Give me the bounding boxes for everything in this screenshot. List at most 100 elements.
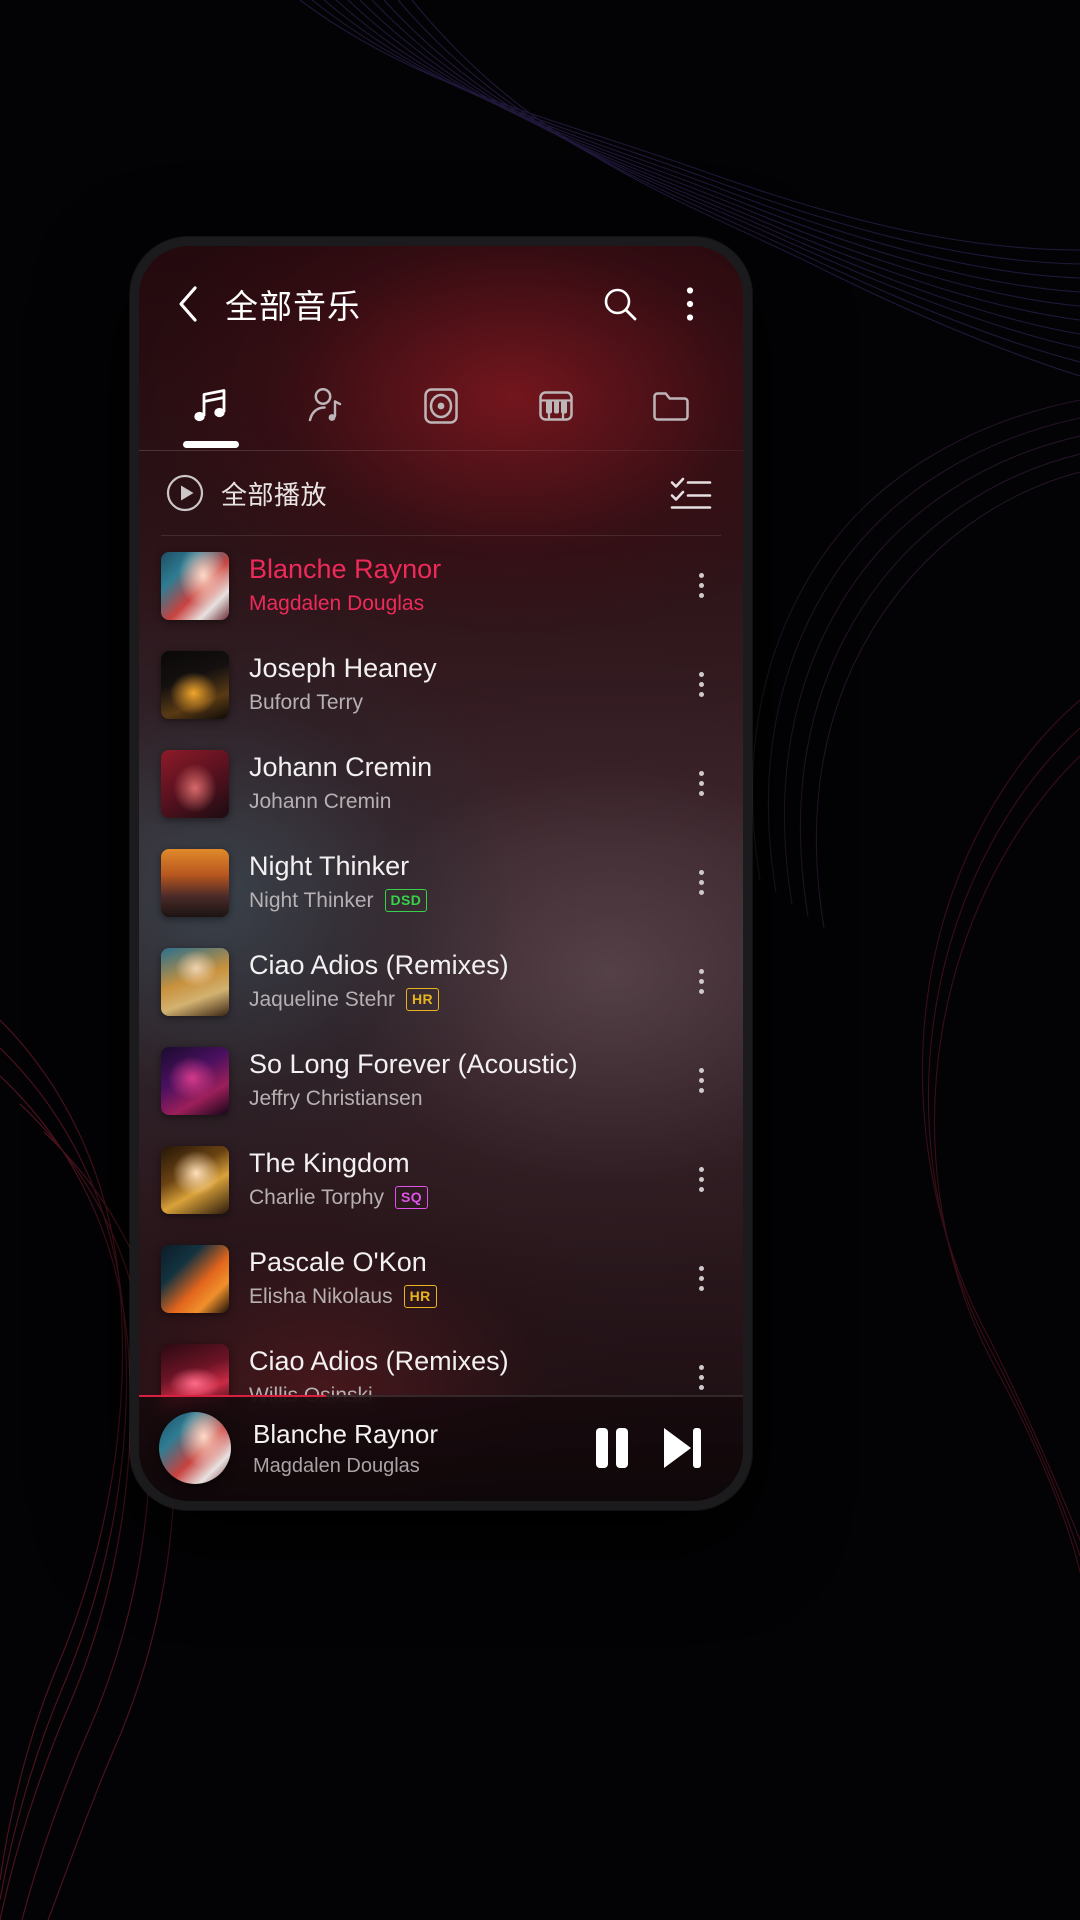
now-playing-progress[interactable] <box>139 1395 743 1397</box>
back-button[interactable] <box>163 279 213 329</box>
quality-badge: HR <box>405 988 439 1012</box>
song-subtitle: Jeffry Christiansen <box>249 1086 679 1111</box>
more-vertical-icon <box>698 692 704 697</box>
more-vertical-icon <box>698 1375 704 1380</box>
quality-badge: DSD <box>384 889 428 913</box>
now-playing-artwork-image <box>159 1412 231 1484</box>
song-row[interactable]: Pascale O'Kon Elisha Nikolaus HR <box>139 1229 743 1328</box>
song-meta: Joseph Heaney Buford Terry <box>249 653 679 715</box>
more-vertical-icon <box>698 1365 704 1370</box>
folder-icon <box>653 392 690 421</box>
song-title: Joseph Heaney <box>249 653 437 684</box>
now-playing-artist: Magdalen Douglas <box>253 1454 420 1477</box>
pause-button[interactable] <box>577 1413 647 1483</box>
more-vertical-icon <box>698 870 704 875</box>
song-row[interactable]: Johann Cremin Johann Cremin <box>139 734 743 833</box>
play-all-row[interactable]: 全部播放 <box>139 451 743 535</box>
song-meta: So Long Forever (Acoustic) Jeffry Christi… <box>249 1049 679 1111</box>
multiselect-button[interactable] <box>665 467 717 519</box>
now-playing-meta: Blanche Raynor Magdalen Douglas <box>253 1419 577 1478</box>
song-overflow-button[interactable] <box>679 551 723 621</box>
song-artwork <box>161 1046 229 1115</box>
song-title: Blanche Raynor <box>249 554 442 585</box>
song-overflow-button[interactable] <box>679 650 723 720</box>
checklist-icon <box>670 477 712 509</box>
song-title: Ciao Adios (Remixes) <box>249 950 509 981</box>
song-title: So Long Forever (Acoustic) <box>249 1049 578 1080</box>
play-all-label: 全部播放 <box>221 479 328 510</box>
more-vertical-icon <box>698 1286 704 1291</box>
song-meta: The Kingdom Charlie Torphy SQ <box>249 1148 679 1210</box>
music-note-icon <box>193 389 225 422</box>
song-title: Johann Cremin <box>249 752 433 783</box>
play-all-left: 全部播放 <box>165 473 327 513</box>
song-artist: Elisha Nikolaus <box>249 1285 393 1309</box>
song-row[interactable]: Joseph Heaney Buford Terry <box>139 635 743 734</box>
song-artist: Johann Cremin <box>249 790 392 814</box>
song-overflow-button[interactable] <box>679 1145 723 1215</box>
song-artwork-image <box>161 749 229 818</box>
more-vertical-icon <box>698 672 704 677</box>
more-vertical-icon <box>698 573 704 578</box>
more-vertical-icon <box>698 583 704 588</box>
song-overflow-button[interactable] <box>679 947 723 1017</box>
song-subtitle: Elisha Nikolaus HR <box>249 1284 679 1309</box>
screenshot-root: 全部音乐 全部播放 Blanche Raynor Magdalen Dougla… <box>0 0 1080 1920</box>
tab-genres[interactable] <box>499 362 614 450</box>
song-row[interactable]: So Long Forever (Acoustic) Jeffry Christi… <box>139 1031 743 1130</box>
more-vertical-icon <box>698 1068 704 1073</box>
more-vertical-icon <box>698 979 704 984</box>
more-vertical-icon <box>698 1385 704 1390</box>
song-artwork-image <box>161 551 229 620</box>
song-row[interactable]: Blanche Raynor Magdalen Douglas <box>139 536 743 635</box>
search-icon <box>604 288 637 321</box>
more-vertical-icon <box>698 1266 704 1271</box>
more-vertical-icon <box>698 1078 704 1083</box>
tab-albums[interactable] <box>383 362 498 450</box>
piano-keys-icon <box>539 391 573 421</box>
song-artwork <box>161 1244 229 1313</box>
song-title: The Kingdom <box>249 1148 410 1179</box>
quality-badge: SQ <box>395 1186 429 1210</box>
more-vertical-icon <box>698 1276 704 1281</box>
song-meta: Night Thinker Night Thinker DSD <box>249 851 679 913</box>
song-overflow-button[interactable] <box>679 848 723 918</box>
phone-screen: 全部音乐 全部播放 Blanche Raynor Magdalen Dougla… <box>139 246 743 1501</box>
artist-person-icon <box>308 388 341 422</box>
tab-bar <box>139 362 743 450</box>
more-vertical-icon <box>698 1088 704 1093</box>
more-vertical-icon <box>698 989 704 994</box>
search-button[interactable] <box>593 277 647 331</box>
tab-artists[interactable] <box>268 362 383 450</box>
song-meta: Johann Cremin Johann Cremin <box>249 752 679 814</box>
song-artist: Magdalen Douglas <box>249 592 425 616</box>
tab-folders[interactable] <box>614 362 729 450</box>
song-artwork <box>161 848 229 917</box>
phone-device-frame: 全部音乐 全部播放 Blanche Raynor Magdalen Dougla… <box>130 237 752 1510</box>
now-playing-artwork[interactable] <box>159 1412 231 1484</box>
more-vertical-icon <box>686 287 694 321</box>
song-row[interactable]: Ciao Adios (Remixes) Jaqueline Stehr HR <box>139 932 743 1031</box>
song-meta: Ciao Adios (Remixes) Jaqueline Stehr HR <box>249 950 679 1012</box>
song-overflow-button[interactable] <box>679 1244 723 1314</box>
more-vertical-icon <box>698 791 704 796</box>
song-artist: Charlie Torphy <box>249 1186 385 1210</box>
song-artwork <box>161 551 229 620</box>
page-title: 全部音乐 <box>225 288 361 325</box>
song-subtitle: Night Thinker DSD <box>249 888 679 913</box>
song-artwork <box>161 650 229 719</box>
next-track-button[interactable] <box>647 1413 717 1483</box>
song-artwork <box>161 749 229 818</box>
song-overflow-button[interactable] <box>679 749 723 819</box>
song-row[interactable]: Night Thinker Night Thinker DSD <box>139 833 743 932</box>
song-meta: Pascale O'Kon Elisha Nikolaus HR <box>249 1247 679 1309</box>
song-subtitle: Johann Cremin <box>249 789 679 814</box>
more-vertical-icon <box>698 781 704 786</box>
song-overflow-button[interactable] <box>679 1046 723 1116</box>
skip-next-icon <box>664 1428 701 1468</box>
overflow-menu-button[interactable] <box>663 277 717 331</box>
song-artwork-image <box>161 947 229 1016</box>
tab-songs[interactable] <box>153 362 268 450</box>
song-row[interactable]: The Kingdom Charlie Torphy SQ <box>139 1130 743 1229</box>
now-playing-bar[interactable]: Blanche Raynor Magdalen Douglas <box>139 1395 743 1501</box>
